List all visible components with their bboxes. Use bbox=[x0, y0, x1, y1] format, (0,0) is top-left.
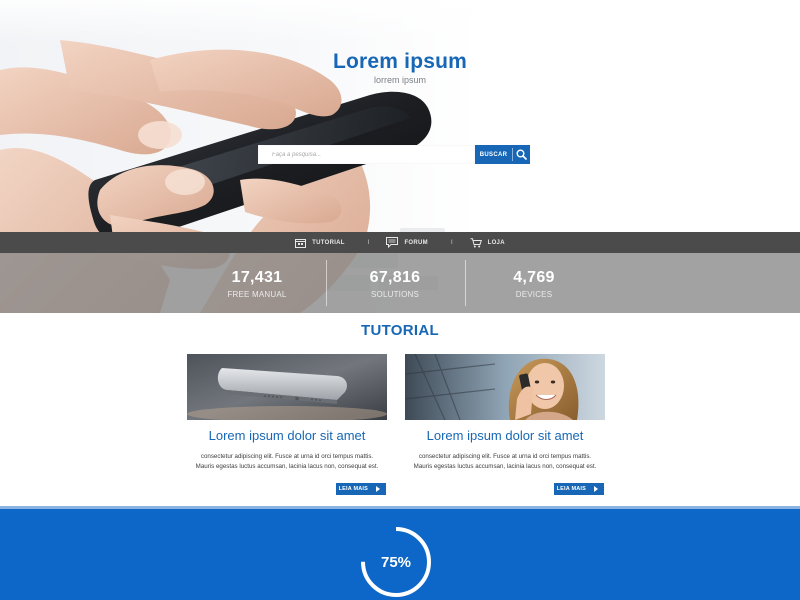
stat-value: 4,769 bbox=[513, 269, 555, 286]
read-more-button[interactable]: LEIA MAIS bbox=[553, 483, 604, 495]
tutorial-card: Lorem ipsum dolor sit amet consectetur a… bbox=[187, 354, 387, 495]
nav-separator: I bbox=[367, 239, 370, 246]
tutorial-section-title: TUTORIAL bbox=[361, 322, 439, 339]
search-bar: BUSCAR bbox=[258, 145, 530, 164]
caret-right-icon bbox=[376, 486, 380, 492]
hero-title: Lorem ipsum bbox=[332, 50, 468, 73]
stat-label: DEVICES bbox=[515, 290, 553, 299]
stats-band: 75% bbox=[0, 506, 800, 600]
card-text: consectetur adipiscing elit. Fusce at ur… bbox=[195, 453, 379, 470]
card-text: consectetur adipiscing elit. Fusce at ur… bbox=[413, 453, 597, 470]
nav-label-tutorial: TUTORIAL bbox=[312, 239, 345, 246]
nav-item-forum[interactable]: FORUM bbox=[386, 237, 428, 248]
woman-on-phone-photo[interactable] bbox=[405, 354, 605, 420]
progress-gauge: 75% bbox=[356, 522, 436, 600]
nav-bar: TUTORIAL I FORUM I LOJA bbox=[0, 232, 800, 253]
smartphone-photo[interactable] bbox=[187, 354, 387, 420]
hero-subtitle: lorrem ipsum bbox=[373, 75, 426, 85]
stat-devices: 4,769 DEVICES bbox=[465, 253, 603, 313]
read-more-label: LEIA MAIS bbox=[556, 486, 586, 492]
nav-label-loja: LOJA bbox=[487, 239, 505, 246]
progress-label: 75% bbox=[380, 553, 412, 571]
stat-free-manual: 17,431 FREE MANUAL bbox=[188, 253, 326, 313]
search-input[interactable] bbox=[258, 145, 475, 164]
calendar-icon bbox=[295, 238, 307, 248]
card-title[interactable]: Lorem ipsum dolor sit amet bbox=[405, 428, 605, 443]
tutorial-card: Lorem ipsum dolor sit amet consectetur a… bbox=[405, 354, 605, 495]
hero-banner: Lorem ipsum lorrem ipsum BUSCAR TUTORIAL bbox=[0, 0, 800, 313]
stat-label: SOLUTIONS bbox=[370, 290, 420, 299]
nav-separator: I bbox=[450, 239, 453, 246]
search-button[interactable]: BUSCAR bbox=[475, 145, 530, 164]
stat-label: FREE MANUAL bbox=[227, 290, 287, 299]
cart-icon bbox=[470, 237, 482, 247]
stats-strip: 17,431 FREE MANUAL 67,816 SOLUTIONS 4,76… bbox=[0, 253, 800, 313]
stat-value: 67,816 bbox=[369, 269, 421, 286]
stat-value: 17,431 bbox=[231, 269, 283, 286]
card-title[interactable]: Lorem ipsum dolor sit amet bbox=[187, 428, 387, 443]
search-button-label: BUSCAR bbox=[479, 151, 508, 158]
caret-right-icon bbox=[594, 486, 598, 492]
stat-solutions: 67,816 SOLUTIONS bbox=[326, 253, 464, 313]
chat-bubble-icon bbox=[386, 237, 399, 248]
read-more-button[interactable]: LEIA MAIS bbox=[335, 483, 386, 495]
nav-item-loja[interactable]: LOJA bbox=[470, 237, 505, 248]
nav-label-forum: FORUM bbox=[404, 239, 428, 246]
read-more-label: LEIA MAIS bbox=[338, 486, 368, 492]
nav-item-tutorial[interactable]: TUTORIAL bbox=[295, 238, 345, 248]
search-icon bbox=[513, 145, 530, 164]
